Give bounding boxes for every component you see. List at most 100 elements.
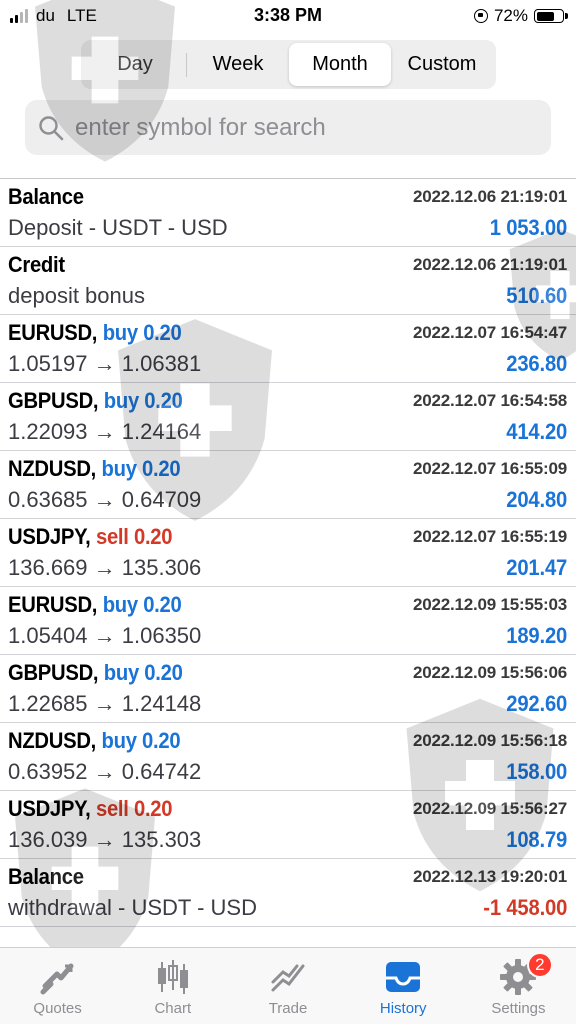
- deal-datetime: 2022.12.09 15:56:18: [412, 731, 567, 750]
- deal-side-volume: buy 0.20: [102, 320, 182, 345]
- deal-title: EURUSD, buy 0.20: [8, 320, 182, 346]
- tab-label: History: [379, 1000, 427, 1017]
- battery-fill: [536, 11, 554, 21]
- deal-row[interactable]: EURUSD, buy 0.20 2022.12.07 16:54:47 1.0519…: [0, 315, 576, 383]
- deal-symbol: USDJPY,: [8, 796, 91, 821]
- bottom-tab-bar: Quotes Chart Trade History Settings 2: [0, 947, 576, 1024]
- deal-datetime: 2022.12.07 16:54:58: [412, 391, 567, 410]
- deal-row[interactable]: Credit 2022.12.06 21:19:01 deposit bonus 51…: [0, 247, 576, 315]
- tab-trade[interactable]: Trade: [230, 948, 345, 1024]
- deal-side-volume: sell 0.20: [95, 796, 173, 821]
- deal-row[interactable]: GBPUSD, buy 0.20 2022.12.09 15:56:06 1.2268…: [0, 655, 576, 723]
- tab-chart[interactable]: Chart: [115, 948, 230, 1024]
- deal-profit: 158.00: [506, 759, 567, 784]
- carrier-label: du: [36, 6, 55, 25]
- deal-row[interactable]: EURUSD, buy 0.20 2022.12.09 15:55:03 1.0540…: [0, 587, 576, 655]
- signal-icon: [10, 9, 28, 23]
- deal-row[interactable]: NZDUSD, buy 0.20 2022.12.07 16:55:09 0.6368…: [0, 451, 576, 519]
- tab-quotes[interactable]: Quotes: [0, 948, 115, 1024]
- deal-detail: 1.22093 → 1.24164: [8, 419, 202, 444]
- deal-profit: 204.80: [506, 487, 567, 512]
- deal-side-volume: buy 0.20: [101, 456, 181, 481]
- status-left: du LTE: [10, 6, 97, 26]
- deal-symbol: Balance: [8, 184, 84, 209]
- tab-settings[interactable]: Settings 2: [461, 948, 576, 1024]
- deal-symbol: GBPUSD,: [8, 660, 99, 685]
- deal-symbol: EURUSD,: [8, 592, 98, 617]
- battery-percent: 72%: [493, 6, 528, 25]
- tab-label: Chart: [154, 1000, 192, 1017]
- tab-day[interactable]: Day: [84, 43, 186, 86]
- deal-row[interactable]: Balance 2022.12.13 19:20:01 withdrawal - U…: [0, 859, 576, 927]
- deal-profit: 189.20: [506, 623, 567, 648]
- deal-row[interactable]: GBPUSD, buy 0.20 2022.12.07 16:54:58 1.2209…: [0, 383, 576, 451]
- deal-detail: 136.669 → 135.306: [8, 555, 202, 580]
- deal-datetime: 2022.12.07 16:55:09: [412, 459, 567, 478]
- deal-profit: 201.47: [506, 555, 567, 580]
- deal-profit: -1 458.00: [483, 895, 567, 920]
- deal-title: USDJPY, sell 0.20: [8, 524, 173, 550]
- inbox-icon: [386, 962, 421, 992]
- candlestick-icon: [157, 960, 188, 994]
- tab-month[interactable]: Month: [289, 43, 391, 86]
- deal-symbol: Credit: [8, 252, 65, 277]
- search-input[interactable]: [73, 112, 517, 143]
- deal-title: GBPUSD, buy 0.20: [8, 660, 183, 686]
- deal-title: Balance: [8, 184, 84, 210]
- deal-detail: 0.63952 → 0.64742: [8, 759, 202, 784]
- deal-datetime: 2022.12.06 21:19:01: [412, 187, 567, 206]
- deal-profit: 1 053.00: [489, 215, 568, 240]
- deal-title: Balance: [8, 864, 84, 890]
- deal-profit: 414.20: [506, 419, 567, 444]
- deal-row[interactable]: NZDUSD, buy 0.20 2022.12.09 15:56:18 0.6395…: [0, 723, 576, 791]
- network-label: LTE: [66, 6, 97, 25]
- deal-side-volume: buy 0.20: [103, 388, 183, 413]
- deal-row[interactable]: USDJPY, sell 0.20 2022.12.09 15:56:27 136.0…: [0, 791, 576, 859]
- deal-profit: 292.60: [506, 691, 567, 716]
- deal-detail: 1.22685 → 1.24148: [8, 691, 202, 716]
- deal-detail: deposit bonus: [8, 283, 145, 308]
- deal-side-volume: buy 0.20: [102, 592, 182, 617]
- period-segmented-control: Day Week Month Custom: [81, 40, 496, 89]
- deal-profit: 108.79: [506, 827, 567, 852]
- history-list: Balance 2022.12.06 21:19:01 Deposit - USDT…: [0, 179, 576, 927]
- deal-detail: 1.05404 → 1.06350: [8, 623, 202, 648]
- deal-symbol: Balance: [8, 864, 84, 889]
- deal-datetime: 2022.12.09 15:55:03: [412, 595, 567, 614]
- deal-detail: 1.05197 → 1.06381: [8, 351, 202, 376]
- search-bar: [25, 100, 551, 155]
- battery-icon: [534, 9, 568, 23]
- tab-label: Settings: [491, 1000, 546, 1017]
- tab-custom[interactable]: Custom: [391, 43, 493, 86]
- tab-week[interactable]: Week: [187, 43, 289, 86]
- trade-icon: [271, 964, 305, 992]
- deal-title: Credit: [8, 252, 65, 278]
- deal-detail: Deposit - USDT - USD: [8, 215, 228, 240]
- notification-badge: 2: [526, 952, 553, 978]
- orientation-lock-icon: [473, 9, 488, 23]
- deal-datetime: 2022.12.07 16:54:47: [412, 323, 567, 342]
- deal-datetime: 2022.12.09 15:56:27: [412, 799, 567, 818]
- quotes-icon: [40, 963, 74, 995]
- deal-symbol: GBPUSD,: [8, 388, 99, 413]
- status-bar: du LTE 3:38 PM 72%: [0, 0, 576, 34]
- deal-row[interactable]: Balance 2022.12.06 21:19:01 Deposit - USDT…: [0, 179, 576, 247]
- deal-side-volume: sell 0.20: [95, 524, 173, 549]
- deal-symbol: NZDUSD,: [8, 728, 97, 753]
- deal-title: EURUSD, buy 0.20: [8, 592, 182, 618]
- deal-side-volume: buy 0.20: [103, 660, 183, 685]
- deal-title: USDJPY, sell 0.20: [8, 796, 173, 822]
- tab-history[interactable]: History: [346, 948, 461, 1024]
- deal-symbol: NZDUSD,: [8, 456, 97, 481]
- deal-datetime: 2022.12.09 15:56:06: [412, 663, 567, 682]
- tab-label: Quotes: [33, 1000, 82, 1017]
- deal-detail: withdrawal - USDT - USD: [8, 895, 257, 920]
- deal-datetime: 2022.12.06 21:19:01: [412, 255, 567, 274]
- deal-detail: 136.039 → 135.303: [8, 827, 202, 852]
- deal-title: NZDUSD, buy 0.20: [8, 728, 181, 754]
- deal-datetime: 2022.12.07 16:55:19: [412, 527, 567, 546]
- deal-profit: 236.80: [506, 351, 567, 376]
- deal-side-volume: buy 0.20: [101, 728, 181, 753]
- deal-symbol: EURUSD,: [8, 320, 98, 345]
- deal-row[interactable]: USDJPY, sell 0.20 2022.12.07 16:55:19 136.6…: [0, 519, 576, 587]
